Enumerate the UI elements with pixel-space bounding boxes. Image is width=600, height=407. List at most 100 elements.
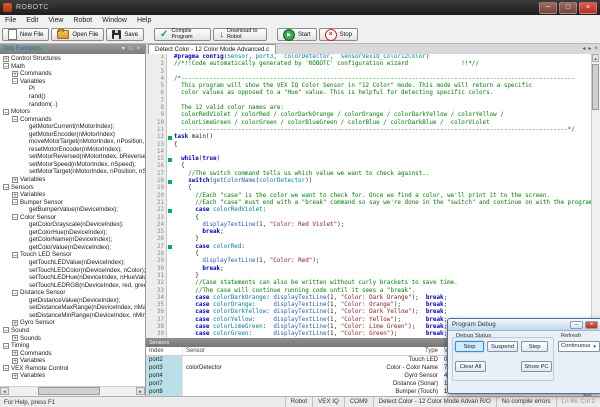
new-file-button[interactable]: New File bbox=[2, 28, 49, 41]
download-to-robot-button[interactable]: ↓Download to Robot bbox=[213, 28, 267, 41]
tree-item[interactable]: setTouchLEDColor(nDeviceIndex, nColor); bbox=[0, 266, 145, 274]
tree-item[interactable]: +Variables bbox=[0, 372, 145, 380]
tree-item[interactable]: +Sounds bbox=[0, 334, 145, 342]
tab-close-icon[interactable]: × bbox=[594, 45, 598, 53]
tree-item[interactable]: −Bumper Sensor bbox=[0, 198, 145, 206]
debug-close-button[interactable]: × bbox=[585, 321, 598, 329]
tree-item[interactable]: +Control Structures bbox=[0, 55, 145, 63]
tree-item[interactable]: +Variables bbox=[0, 357, 145, 365]
menu-edit[interactable]: Edit bbox=[21, 15, 43, 26]
collapse-icon[interactable]: − bbox=[12, 252, 18, 258]
tree-item[interactable]: random(..) bbox=[0, 100, 145, 108]
tree-item[interactable]: −Sound bbox=[0, 327, 145, 335]
suspend-button[interactable]: Suspend bbox=[487, 341, 518, 352]
tree-item[interactable]: getTouchLEDValue(nDeviceIndex); bbox=[0, 259, 145, 267]
debug-window-titlebar[interactable]: Program Debug ─ × bbox=[448, 319, 600, 331]
collapse-icon[interactable]: − bbox=[3, 184, 9, 190]
scroll-thumb[interactable] bbox=[592, 64, 599, 110]
expand-icon[interactable]: + bbox=[12, 71, 18, 77]
fold-marker-icon[interactable] bbox=[168, 158, 172, 162]
tree-item[interactable]: getBumperValue(nDeviceIndex); bbox=[0, 206, 145, 214]
collapse-icon[interactable]: − bbox=[3, 327, 9, 333]
tree-item[interactable]: −Variables bbox=[0, 78, 145, 86]
menu-window[interactable]: Window bbox=[97, 15, 132, 26]
tree-item[interactable]: −Color Sensor bbox=[0, 213, 145, 221]
tab-scroll-right-icon[interactable]: ▸ bbox=[588, 45, 591, 53]
expand-icon[interactable]: + bbox=[12, 350, 18, 356]
scroll-left-icon[interactable]: ◄ bbox=[0, 387, 9, 395]
collapse-icon[interactable]: − bbox=[3, 343, 9, 349]
collapse-icon[interactable]: − bbox=[12, 116, 18, 122]
expand-icon[interactable]: + bbox=[3, 56, 9, 62]
tree-item[interactable]: +Commands bbox=[0, 70, 145, 78]
open-file-button[interactable]: Open File bbox=[51, 28, 104, 41]
tree-item[interactable]: setMotorReversed(nMotorIndex, bReversed)… bbox=[0, 153, 145, 161]
tree-item[interactable]: moveMotorTarget(nMotorIndex, nPosition, … bbox=[0, 138, 145, 146]
tree-item[interactable]: getColorGrayscale(nDeviceIndex); bbox=[0, 221, 145, 229]
step-button[interactable]: Step bbox=[521, 341, 548, 352]
tree-item[interactable]: −Distance Sensor bbox=[0, 289, 145, 297]
start-button[interactable]: ▶Start bbox=[277, 28, 317, 41]
collapse-icon[interactable]: − bbox=[3, 365, 9, 371]
tree-item[interactable]: +Variables bbox=[0, 176, 145, 184]
tree-item[interactable]: setTouchLEDRGB(nDeviceIndex, red, green,… bbox=[0, 281, 145, 289]
menu-file[interactable]: File bbox=[0, 15, 21, 26]
expand-icon[interactable]: + bbox=[12, 177, 18, 183]
dropdown-icon[interactable]: ▾ bbox=[120, 44, 127, 54]
code-editor[interactable]: 1234567891011121314151617181920212223242… bbox=[146, 54, 600, 338]
maximize-button[interactable]: □ bbox=[559, 2, 577, 14]
editor-vertical-scrollbar[interactable]: ▲ ▼ bbox=[591, 54, 600, 338]
fold-marker-icon[interactable] bbox=[168, 180, 172, 184]
column-index[interactable]: Index bbox=[146, 347, 182, 355]
tree-horizontal-scrollbar[interactable]: ◄ ► bbox=[0, 386, 145, 396]
stop-debug-button[interactable]: Stop bbox=[455, 341, 484, 352]
expand-icon[interactable]: + bbox=[12, 373, 18, 379]
collapse-icon[interactable]: − bbox=[12, 199, 18, 205]
tab-scroll-left-icon[interactable]: ◂ bbox=[582, 45, 585, 53]
close-pane-icon[interactable]: × bbox=[134, 44, 142, 54]
collapse-icon[interactable]: − bbox=[12, 290, 18, 296]
collapse-icon[interactable]: − bbox=[12, 78, 18, 84]
tree-item[interactable]: +Commands bbox=[0, 349, 145, 357]
debug-minimize-button[interactable]: ─ bbox=[570, 321, 583, 329]
fold-marker-icon[interactable] bbox=[168, 136, 172, 140]
tree-item[interactable]: setDistanceMaxRange(nDeviceIndex, nMaxDi… bbox=[0, 304, 145, 312]
scroll-up-icon[interactable]: ▲ bbox=[592, 54, 599, 62]
tree-item[interactable]: −Commands bbox=[0, 115, 145, 123]
scroll-right-icon[interactable]: ► bbox=[136, 387, 145, 395]
show-pc-button[interactable]: Show PC bbox=[521, 361, 552, 372]
save-button[interactable]: Save bbox=[106, 28, 144, 41]
expand-icon[interactable]: + bbox=[12, 320, 18, 326]
collapse-icon[interactable]: − bbox=[3, 63, 9, 69]
tree-item[interactable]: −Touch LED Sensor bbox=[0, 251, 145, 259]
tree-item[interactable]: −Math bbox=[0, 63, 145, 71]
clear-all-button[interactable]: Clear All bbox=[455, 361, 486, 372]
stop-button[interactable]: ×Stop bbox=[319, 28, 358, 41]
tree-item[interactable]: getDistanceValue(nDeviceIndex); bbox=[0, 297, 145, 305]
compile-program-button[interactable]: ✓Compile Program bbox=[154, 28, 211, 41]
tree-item[interactable]: PI bbox=[0, 85, 145, 93]
minimize-button[interactable]: ─ bbox=[539, 2, 557, 14]
fold-marker-icon[interactable] bbox=[168, 209, 172, 213]
tree-item[interactable]: getColorName(nDeviceIndex); bbox=[0, 236, 145, 244]
tree-item[interactable]: +Gyro Sensor bbox=[0, 319, 145, 327]
tree-item[interactable]: getMotorEncoder(nMotorIndex) bbox=[0, 130, 145, 138]
tree-item[interactable]: +Variables bbox=[0, 191, 145, 199]
tree-item[interactable]: getColorValue(nDeviceIndex); bbox=[0, 244, 145, 252]
scroll-thumb[interactable] bbox=[38, 387, 100, 395]
tree-item[interactable]: resetMotorEncoder(nMotorIndex); bbox=[0, 146, 145, 154]
tree-item[interactable]: −VEX Remote Control bbox=[0, 364, 145, 372]
tree-item[interactable]: setMotorTarget(nMotorIndex, nPosition, n… bbox=[0, 168, 145, 176]
tree-item[interactable]: setMotorSpeed(nMotorIndex, nSpeed); bbox=[0, 161, 145, 169]
close-button[interactable]: × bbox=[579, 2, 597, 14]
menu-view[interactable]: View bbox=[43, 15, 68, 26]
refresh-mode-dropdown[interactable]: Continuous ▼ bbox=[558, 341, 600, 352]
collapse-icon[interactable]: − bbox=[3, 109, 9, 115]
pin-icon[interactable]: □ bbox=[127, 44, 135, 54]
collapse-icon[interactable]: − bbox=[12, 214, 18, 220]
tree-item[interactable]: rand() bbox=[0, 93, 145, 101]
fold-marker-icon[interactable] bbox=[168, 245, 172, 249]
column-sensor[interactable]: Sensor bbox=[182, 347, 330, 355]
tree-item[interactable]: −Motors bbox=[0, 108, 145, 116]
expand-icon[interactable]: + bbox=[12, 335, 18, 341]
